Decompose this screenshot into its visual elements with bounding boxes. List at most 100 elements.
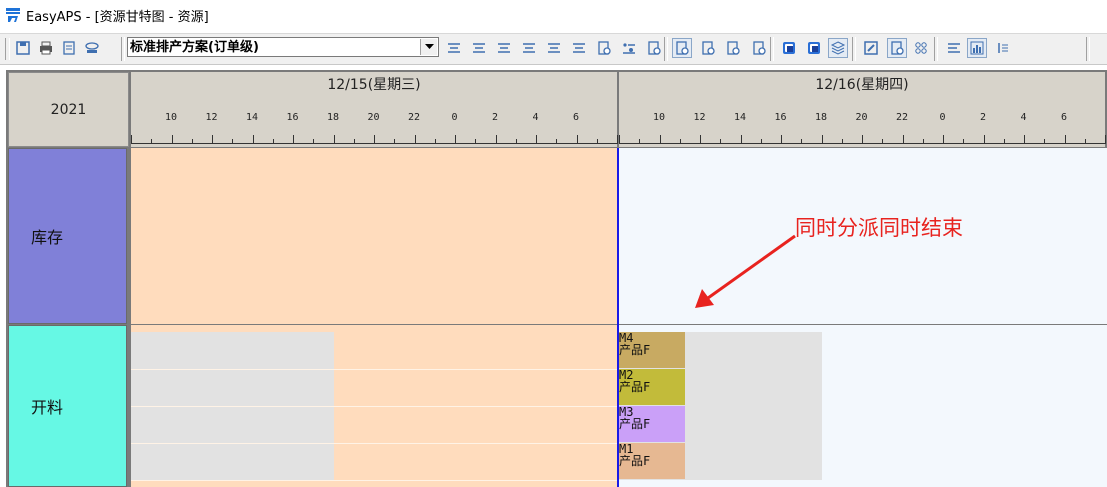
time-tick [131, 135, 132, 144]
refresh-doc-button[interactable] [644, 38, 664, 58]
view-mode-3-button[interactable] [723, 38, 743, 58]
task-product: 产品F [619, 343, 651, 357]
print-button[interactable] [36, 38, 56, 58]
save-icon [16, 41, 30, 55]
tick-label: 20 [367, 112, 380, 123]
inventory-past-area [131, 148, 617, 324]
sub-row-divider [131, 406, 617, 407]
day-label: 12/15(星期三) [327, 77, 421, 93]
time-tick [922, 139, 924, 144]
toolbar-grip[interactable] [5, 38, 10, 60]
time-tick [455, 135, 456, 144]
resource-inventory-label[interactable]: 库存 [8, 148, 127, 324]
toolbar-separator [852, 37, 856, 61]
task-bar[interactable]: M4 产品F [619, 332, 685, 368]
time-tick [943, 135, 944, 144]
sub-row-divider [131, 480, 617, 481]
indent-left-button[interactable] [519, 38, 539, 58]
text-align-button[interactable] [944, 38, 964, 58]
view-mode-2-button[interactable] [698, 38, 718, 58]
align-right-button[interactable] [569, 38, 589, 58]
chart-button[interactable] [967, 38, 987, 58]
time-tick [475, 139, 477, 144]
tick-label: 18 [326, 112, 340, 123]
time-tick [212, 135, 213, 144]
more-button[interactable] [993, 38, 1013, 58]
preview-icon [63, 41, 75, 55]
time-tick [760, 139, 762, 144]
toolbar-separator [121, 37, 125, 61]
task-bar[interactable]: M1 产品F [619, 443, 685, 479]
time-tick [1105, 135, 1106, 144]
save-button[interactable] [13, 38, 33, 58]
time-tick [596, 139, 598, 144]
time-tick [781, 135, 782, 144]
chart-icon [970, 41, 984, 55]
day-header: 12/16(星期四) 10 12 14 16 18 20 22 0 2 4 6 [619, 72, 1106, 147]
toolbar-separator [770, 37, 774, 61]
time-tick [556, 139, 558, 144]
toolbar-separator [664, 37, 668, 61]
time-tick [902, 135, 904, 144]
layers-icon [830, 41, 846, 55]
view-mode-1-icon [676, 41, 689, 55]
dot-list-button[interactable] [619, 38, 639, 58]
schedule-icon [448, 43, 460, 53]
year-label: 2021 [8, 72, 129, 147]
time-tick [1024, 135, 1025, 144]
time-tick [659, 135, 661, 144]
tick-label: 2 [979, 112, 987, 123]
time-tick [963, 139, 965, 144]
resource-cutting-label[interactable]: 开料 [8, 325, 127, 487]
doc-lock-icon [598, 41, 611, 55]
refresh-doc-icon [648, 41, 661, 55]
view-mode-4-button[interactable] [749, 38, 769, 58]
gantt-chart: 2021 12/15(星期三) 10 12 14 16 18 20 22 0 2 4 6 12/16(星… [6, 70, 1107, 487]
tick-label: 16 [286, 112, 299, 123]
stamp-button[interactable] [82, 38, 102, 58]
time-tick [679, 139, 681, 144]
time-tick [333, 135, 335, 144]
grid-button[interactable] [911, 38, 931, 58]
task-bar[interactable]: M2 产品F [619, 369, 685, 405]
tick-label: 16 [774, 112, 787, 123]
blue-square-2-button[interactable] [804, 38, 824, 58]
copy-doc-button[interactable] [494, 38, 514, 58]
preview-button[interactable] [59, 38, 79, 58]
layers-button[interactable] [828, 38, 848, 58]
blue-square-1-icon [783, 42, 795, 54]
toolbar-separator [934, 37, 938, 61]
blue-square-2-icon [808, 42, 820, 54]
tick-label: 0 [939, 112, 946, 123]
time-tick [232, 139, 234, 144]
time-tick [313, 139, 315, 144]
time-tick [1064, 135, 1066, 144]
doc-lock-button[interactable] [594, 38, 614, 58]
time-tick [272, 139, 274, 144]
title-bar: EasyAPS - [资源甘特图 - 资源] [0, 0, 1107, 30]
blue-square-1-button[interactable] [779, 38, 799, 58]
window-title: EasyAPS - [资源甘特图 - 资源] [26, 9, 209, 25]
list-settings-button[interactable] [469, 38, 489, 58]
time-tick [619, 135, 620, 144]
chevron-down-icon[interactable] [420, 39, 437, 55]
report-button[interactable] [887, 38, 907, 58]
view-mode-4-icon [753, 41, 766, 55]
edit-button[interactable] [861, 38, 881, 58]
list-settings-icon [473, 43, 485, 53]
time-tick [720, 139, 722, 144]
tick-label: 6 [572, 112, 580, 123]
plan-select[interactable]: 标准排产方案(订单级) [127, 37, 439, 57]
time-tick [740, 135, 742, 144]
filter-list-button[interactable] [544, 38, 564, 58]
schedule-button[interactable] [444, 38, 464, 58]
plan-select-value: 标准排产方案(订单级) [130, 40, 259, 55]
view-mode-1-button[interactable] [672, 38, 692, 58]
time-tick [374, 135, 375, 144]
time-tick [515, 139, 517, 144]
tick-label: 22 [407, 112, 421, 123]
tick-label: 14 [733, 112, 747, 123]
toolbar-separator [1086, 37, 1090, 61]
task-bar[interactable]: M3 产品F [619, 406, 685, 442]
indent-left-icon [523, 43, 535, 53]
